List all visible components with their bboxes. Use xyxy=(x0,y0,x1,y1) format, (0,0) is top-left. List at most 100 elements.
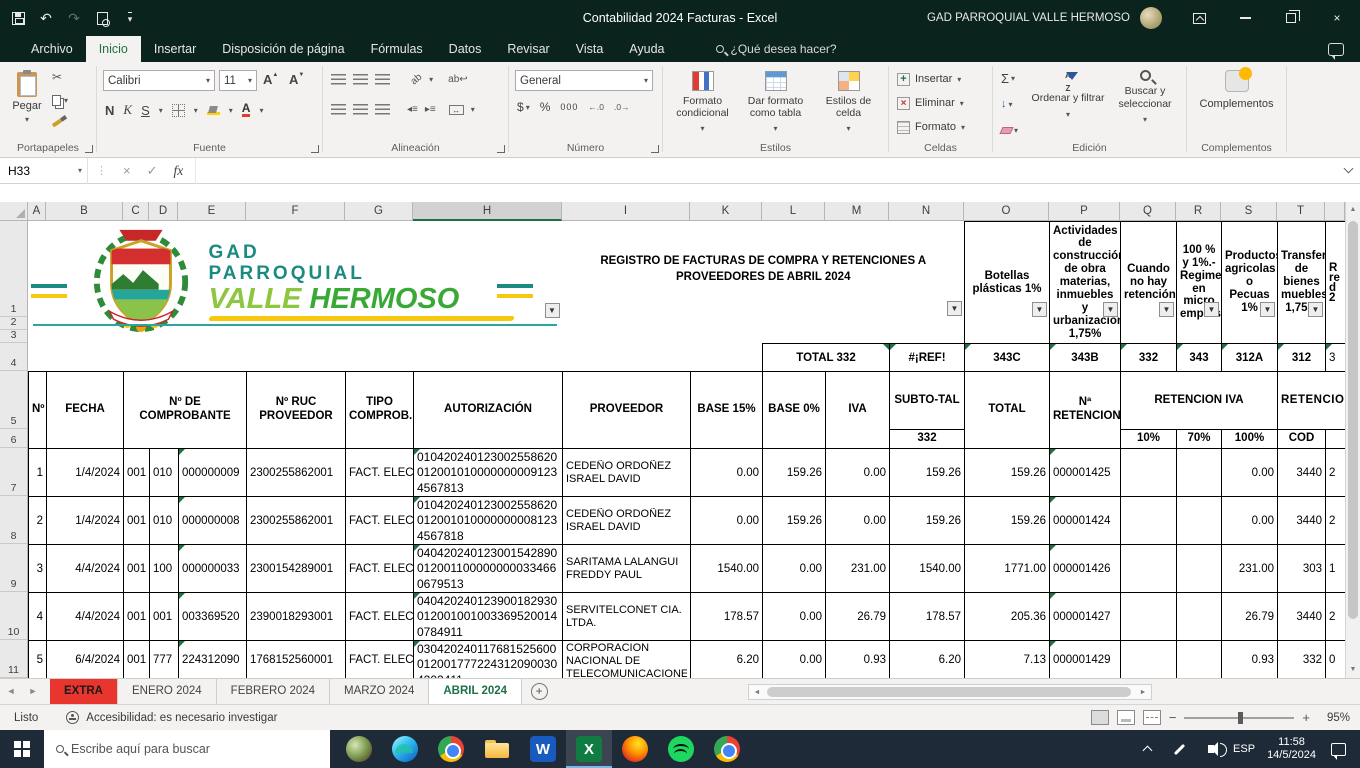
tray-pen-button[interactable] xyxy=(1169,730,1189,768)
cell-r70-row1[interactable] xyxy=(1177,449,1222,497)
increase-indent-button[interactable]: ▸≡ xyxy=(425,104,436,115)
column-header-L[interactable]: L xyxy=(762,202,825,221)
customize-quick-access-button[interactable]: ▾ xyxy=(116,0,144,36)
cell-code-332[interactable]: 332 xyxy=(1121,344,1177,372)
cell-r10-row4[interactable] xyxy=(1121,593,1177,641)
taskbar-firefox-button[interactable] xyxy=(612,730,658,768)
taskbar-word-button[interactable]: W xyxy=(520,730,566,768)
decrease-font-button[interactable]: A▼ xyxy=(289,72,304,87)
cut-button[interactable]: ✂ xyxy=(52,70,68,84)
header-subtotal-code[interactable]: 332 xyxy=(890,430,965,449)
cell-empty[interactable] xyxy=(563,331,965,344)
ribbon-tab-ayuda[interactable]: Ayuda xyxy=(616,36,677,62)
cell-cat-construccion[interactable]: Actividades de construcción de obra mate… xyxy=(1050,222,1121,344)
cell-r10-row1[interactable] xyxy=(1121,449,1177,497)
row-header-7[interactable]: 7 xyxy=(0,448,27,496)
format-as-table-button[interactable]: Dar formato como tabla ▾ xyxy=(740,68,811,146)
cell-n-row5[interactable]: 5 xyxy=(29,641,47,679)
cell-c1-row1[interactable]: 001 xyxy=(124,449,150,497)
action-center-button[interactable] xyxy=(1328,730,1348,768)
cell-base15-row3[interactable]: 1540.00 xyxy=(691,545,763,593)
sheet-tab-abril-2024[interactable]: ABRIL 2024 xyxy=(429,679,522,704)
header-cod[interactable]: COD xyxy=(1278,430,1326,449)
align-left-button[interactable] xyxy=(331,104,346,115)
taskbar-spotify-button[interactable] xyxy=(658,730,704,768)
cell-nret-row5[interactable]: 000001429 xyxy=(1050,641,1121,679)
cell-n-row4[interactable]: 4 xyxy=(29,593,47,641)
cell-proveedor-row2[interactable]: CEDEÑO ORDOÑEZ ISRAEL DAVID xyxy=(563,497,691,545)
paste-button[interactable]: Pegar ▾ xyxy=(6,68,48,150)
align-center-button[interactable] xyxy=(353,104,368,115)
format-cells-button[interactable]: Formato▾ xyxy=(897,116,965,138)
cell-fecha-row4[interactable]: 4/4/2024 xyxy=(47,593,124,641)
new-sheet-button[interactable]: + xyxy=(522,679,556,704)
header-proveedor[interactable]: PROVEEDOR xyxy=(563,372,691,449)
currency-format-button[interactable]: $▾ xyxy=(517,100,530,114)
taskbar-file-explorer-button[interactable] xyxy=(474,730,520,768)
header-subtotal[interactable]: SUBTO-TAL xyxy=(890,372,965,430)
cell-nret-row3[interactable]: 000001426 xyxy=(1050,545,1121,593)
header-70[interactable]: 70% xyxy=(1177,430,1222,449)
alignment-dialog-launcher[interactable] xyxy=(497,145,505,153)
italic-button[interactable]: K xyxy=(123,102,132,118)
row-header-8[interactable]: 8 xyxy=(0,496,27,544)
header-tipo[interactable]: TIPO COMPROB. xyxy=(346,372,414,449)
cell-code-343[interactable]: 343 xyxy=(1177,344,1222,372)
cell-extra-row4[interactable]: 2 xyxy=(1326,593,1346,641)
scroll-down-arrow[interactable]: ▼ xyxy=(1346,662,1360,678)
row-header-11[interactable]: 11 xyxy=(0,640,27,678)
cell-base0-row2[interactable]: 159.26 xyxy=(763,497,826,545)
cell-r10-row2[interactable] xyxy=(1121,497,1177,545)
cell-empty[interactable] xyxy=(563,318,965,331)
cell-ref-error[interactable]: #¡REF! xyxy=(890,344,965,372)
cell-cod-row4[interactable]: 3440 xyxy=(1278,593,1326,641)
cell-empty[interactable] xyxy=(29,344,563,372)
column-header-K[interactable]: K xyxy=(690,202,762,221)
row-header-4[interactable]: 4 xyxy=(0,343,27,371)
orientation-button[interactable]: ab xyxy=(409,72,425,88)
scroll-right-arrow[interactable]: ► xyxy=(1135,689,1151,696)
minimize-button[interactable] xyxy=(1222,0,1268,36)
column-header-D[interactable]: D xyxy=(149,202,178,221)
font-color-button[interactable]: A xyxy=(242,103,251,117)
cell-total-row4[interactable]: 205.36 xyxy=(965,593,1050,641)
cell-c3-row5[interactable]: 224312090 xyxy=(179,641,247,679)
filter-dropdown[interactable]: ▼ xyxy=(1204,302,1219,317)
cell-iva-row1[interactable]: 0.00 xyxy=(826,449,890,497)
zoom-out-button[interactable]: − xyxy=(1169,710,1177,725)
addins-button[interactable]: Complementos xyxy=(1187,70,1286,110)
start-button[interactable] xyxy=(0,730,44,768)
ribbon-tab-inicio[interactable]: Inicio xyxy=(86,36,141,62)
cell-base15-row2[interactable]: 0.00 xyxy=(691,497,763,545)
row-header-5[interactable]: 5 xyxy=(0,371,27,429)
cell-total-row5[interactable]: 7.13 xyxy=(965,641,1050,679)
underline-button[interactable]: S xyxy=(141,103,150,118)
cell-n-row3[interactable]: 3 xyxy=(29,545,47,593)
decrease-decimal-button[interactable] xyxy=(614,102,630,112)
cell-iva-row2[interactable]: 0.00 xyxy=(826,497,890,545)
cell-r100-row1[interactable]: 0.00 xyxy=(1222,449,1278,497)
cell-autorizacion-row3[interactable]: 0404202401230015428900120011000000000334… xyxy=(414,545,563,593)
clipboard-dialog-launcher[interactable] xyxy=(85,145,93,153)
bold-button[interactable]: N xyxy=(105,103,114,118)
cell-cod-row3[interactable]: 303 xyxy=(1278,545,1326,593)
clock[interactable]: 11:58 14/5/2024 xyxy=(1267,736,1316,762)
cell-report-title[interactable]: REGISTRO DE FACTURAS DE COMPRA Y RETENCI… xyxy=(563,222,965,318)
filter-dropdown[interactable]: ▼ xyxy=(1032,302,1047,317)
cell-proveedor-row4[interactable]: SERVITELCONET CIA. LTDA. xyxy=(563,593,691,641)
cell-cat-sin-retencion[interactable]: Cuando no hay retención▼ xyxy=(1121,222,1177,344)
cell-ruc-row5[interactable]: 1768152560001 xyxy=(247,641,346,679)
comma-format-button[interactable]: 000 xyxy=(560,102,578,112)
cancel-button[interactable]: × xyxy=(123,163,131,178)
autosum-button[interactable]: Σ▾ xyxy=(1001,70,1015,86)
cell-cod-row2[interactable]: 3440 xyxy=(1278,497,1326,545)
comments-icon[interactable] xyxy=(1328,43,1344,56)
header-iva[interactable]: IVA xyxy=(826,372,890,449)
cell-r100-row5[interactable]: 0.93 xyxy=(1222,641,1278,679)
header-retencion-2[interactable]: RETENCION xyxy=(1278,372,1346,430)
font-size-select[interactable]: 11▾ xyxy=(219,70,257,91)
decrease-indent-button[interactable]: ◂≡ xyxy=(407,104,418,115)
normal-view-button[interactable] xyxy=(1091,710,1109,725)
cell-ruc-row2[interactable]: 2300255862001 xyxy=(247,497,346,545)
cell-code-clipped[interactable]: 3 xyxy=(1326,344,1346,372)
